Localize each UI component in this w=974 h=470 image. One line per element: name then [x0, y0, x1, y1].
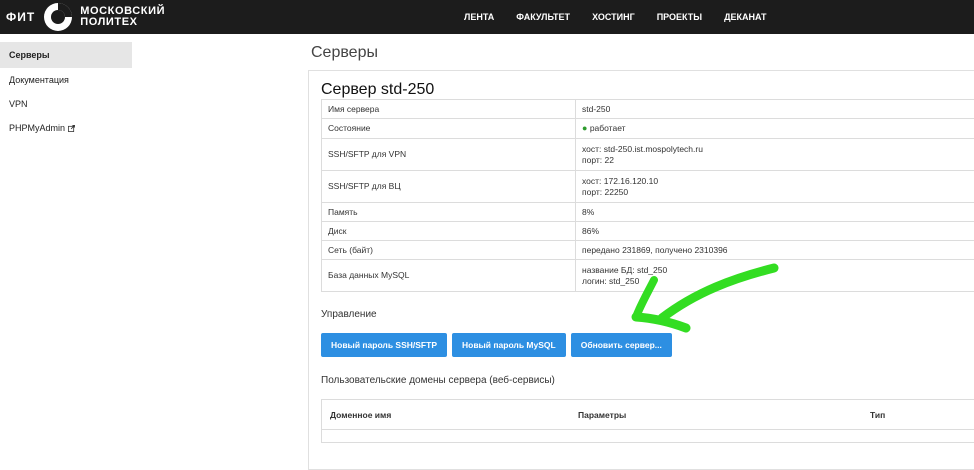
- info-value: название БД: std_250логин: std_250: [576, 260, 974, 292]
- main-nav: ЛЕНТА ФАКУЛЬТЕТ ХОСТИНГ ПРОЕКТЫ ДЕКАНАТ: [464, 0, 789, 34]
- info-value: хост: std-250.ist.mospolytech.ruпорт: 22: [576, 139, 974, 171]
- column-header-type: Тип: [870, 410, 885, 420]
- table-row: Память 8%: [322, 203, 974, 222]
- sidebar-item-documentation[interactable]: Документация: [0, 68, 132, 92]
- polytech-logo-icon: [43, 2, 73, 32]
- table-row: База данных MySQL название БД: std_250ло…: [322, 260, 974, 292]
- sidebar: Серверы Документация VPN PHPMyAdmin: [0, 42, 132, 140]
- info-value: 86%: [576, 222, 974, 241]
- domains-label: Пользовательские домены сервера (веб-сер…: [321, 375, 555, 386]
- new-mysql-password-button[interactable]: Новый пароль MySQL: [452, 333, 566, 357]
- server-title: Сервер std-250: [321, 81, 434, 99]
- domains-table: Доменное имя Параметры Тип: [321, 399, 974, 443]
- info-key: Сеть (байт): [322, 241, 576, 260]
- sidebar-item-label: PHPMyAdmin: [9, 123, 65, 133]
- nav-item-hosting[interactable]: ХОСТИНГ: [592, 12, 635, 22]
- info-value-line: логин: std_250: [582, 276, 974, 287]
- table-row: SSH/SFTP для VPN хост: std-250.ist.mospo…: [322, 139, 974, 171]
- info-value: передано 231869, получено 2310396: [576, 241, 974, 260]
- info-value: хост: 172.16.120.10порт: 22250: [576, 171, 974, 203]
- update-server-button[interactable]: Обновить сервер...: [571, 333, 672, 357]
- nav-item-lenta[interactable]: ЛЕНТА: [464, 12, 494, 22]
- info-key: Диск: [322, 222, 576, 241]
- info-value-line: название БД: std_250: [582, 265, 974, 276]
- info-value-line: хост: 172.16.120.10: [582, 176, 974, 187]
- brand-fit: ФИТ: [6, 10, 35, 24]
- table-row: Состояние ● работает: [322, 119, 974, 139]
- top-navbar: ФИТ МОСКОВСКИЙ ПОЛИТЕХ ЛЕНТА ФАКУЛЬТЕТ Х…: [0, 0, 974, 34]
- brand[interactable]: ФИТ МОСКОВСКИЙ ПОЛИТЕХ: [6, 0, 165, 34]
- info-key: SSH/SFTP для VPN: [322, 139, 576, 171]
- info-value-line: порт: 22250: [582, 187, 974, 198]
- table-row: Диск 86%: [322, 222, 974, 241]
- column-header-domain: Доменное имя: [330, 410, 391, 420]
- server-info-table: Имя сервера std-250 Состояние ● работает…: [321, 99, 974, 292]
- nav-item-faculty[interactable]: ФАКУЛЬТЕТ: [516, 12, 570, 22]
- server-card: Сервер std-250 Имя сервера std-250 Состо…: [308, 70, 974, 470]
- brand-name: МОСКОВСКИЙ ПОЛИТЕХ: [80, 6, 165, 28]
- nav-item-projects[interactable]: ПРОЕКТЫ: [657, 12, 702, 22]
- info-key: База данных MySQL: [322, 260, 576, 292]
- table-row: Сеть (байт) передано 231869, получено 23…: [322, 241, 974, 260]
- page-title: Серверы: [311, 44, 378, 62]
- sidebar-item-vpn[interactable]: VPN: [0, 92, 132, 116]
- management-buttons: Новый пароль SSH/SFTP Новый пароль MySQL…: [321, 333, 672, 357]
- sidebar-item-phpmyadmin[interactable]: PHPMyAdmin: [0, 116, 132, 140]
- status-dot-icon: ●: [582, 123, 587, 133]
- info-key: Имя сервера: [322, 100, 576, 119]
- info-value: 8%: [576, 203, 974, 222]
- info-value-line: порт: 22: [582, 155, 974, 166]
- sidebar-item-servers[interactable]: Серверы: [0, 42, 132, 68]
- management-label: Управление: [321, 309, 377, 320]
- info-value-line: хост: std-250.ist.mospolytech.ru: [582, 144, 974, 155]
- info-key: Память: [322, 203, 576, 222]
- table-row: SSH/SFTP для ВЦ хост: 172.16.120.10порт:…: [322, 171, 974, 203]
- info-key: SSH/SFTP для ВЦ: [322, 171, 576, 203]
- brand-name-line2: ПОЛИТЕХ: [80, 17, 165, 28]
- nav-item-dekanat[interactable]: ДЕКАНАТ: [724, 12, 766, 22]
- new-ssh-password-button[interactable]: Новый пароль SSH/SFTP: [321, 333, 447, 357]
- external-link-icon: [68, 125, 75, 132]
- table-row: Имя сервера std-250: [322, 100, 974, 119]
- info-value: ● работает: [576, 119, 974, 139]
- info-value: std-250: [576, 100, 974, 119]
- domains-table-header: Доменное имя Параметры Тип: [322, 400, 974, 430]
- info-key: Состояние: [322, 119, 576, 139]
- status-text: работает: [590, 123, 626, 133]
- column-header-params: Параметры: [578, 410, 626, 420]
